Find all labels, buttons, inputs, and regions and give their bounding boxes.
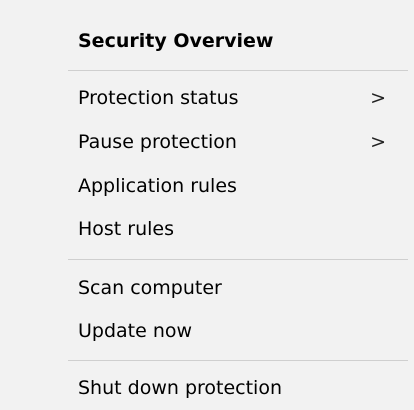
menu-item-pause-protection[interactable]: Pause protection > [0,120,414,164]
menu-item-protection-status[interactable]: Protection status > [0,76,414,120]
menu-separator [68,70,408,71]
menu-item-label: Shut down protection [78,377,282,399]
menu-item-security-overview[interactable]: Security Overview [0,19,414,63]
menu-item-label: Scan computer [78,277,222,299]
menu-item-label: Update now [78,320,193,342]
context-menu: Security Overview Protection status > Pa… [0,0,414,410]
menu-item-scan-computer[interactable]: Scan computer [0,266,414,310]
menu-item-label: Pause protection [78,131,237,153]
menu-item-label: Application rules [78,175,237,197]
menu-item-shut-down-protection[interactable]: Shut down protection [0,366,414,410]
menu-separator [68,360,408,361]
chevron-right-icon: > [370,131,386,153]
menu-item-application-rules[interactable]: Application rules [0,164,414,208]
menu-separator [68,259,408,260]
menu-item-label: Host rules [78,218,175,240]
menu-item-label: Protection status [78,87,239,109]
menu-item-label: Security Overview [78,30,274,52]
menu-item-update-now[interactable]: Update now [0,309,414,353]
menu-item-host-rules[interactable]: Host rules [0,207,414,251]
chevron-right-icon: > [370,87,386,109]
